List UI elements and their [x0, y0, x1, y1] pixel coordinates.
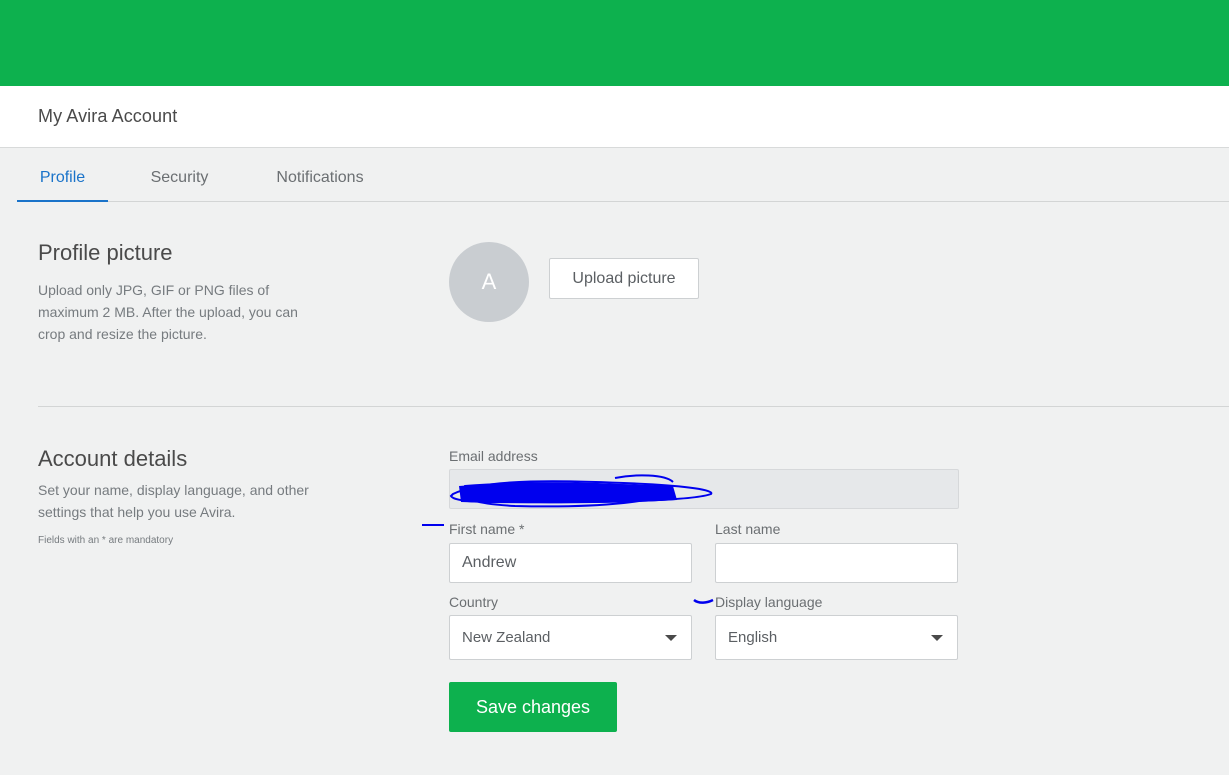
- profile-picture-title: Profile picture: [38, 240, 173, 265]
- tab-bar: Profile Security Notifications: [17, 148, 1229, 202]
- last-name-field[interactable]: [715, 543, 958, 583]
- brand-header-bar: [0, 0, 1229, 86]
- chevron-down-icon: [931, 635, 943, 641]
- upload-picture-button[interactable]: Upload picture: [549, 258, 699, 299]
- last-name-label: Last name: [715, 521, 781, 537]
- first-name-field[interactable]: Andrew: [449, 543, 692, 583]
- avatar: A: [449, 242, 529, 322]
- tab-security[interactable]: Security: [127, 148, 232, 202]
- redaction-scribble: [449, 474, 713, 508]
- annotation-mark: [422, 524, 444, 526]
- display-language-value: English: [728, 629, 778, 646]
- page-title: My Avira Account: [38, 106, 178, 126]
- country-label: Country: [449, 594, 499, 610]
- tab-notifications[interactable]: Notifications: [255, 148, 385, 202]
- first-name-label: First name *: [449, 521, 525, 537]
- tab-profile[interactable]: Profile: [17, 148, 108, 202]
- country-select[interactable]: New Zealand: [449, 615, 692, 660]
- mandatory-fields-note: Fields with an * are mandatory: [38, 535, 174, 546]
- email-label: Email address: [449, 448, 538, 464]
- chevron-down-icon: [665, 635, 677, 641]
- section-divider: [38, 406, 1229, 407]
- display-language-select[interactable]: English: [715, 615, 958, 660]
- save-changes-button[interactable]: Save changes: [449, 682, 617, 732]
- annotation-mark: [693, 598, 714, 604]
- title-bar: My Avira Account: [0, 86, 1229, 148]
- country-value: New Zealand: [462, 629, 551, 646]
- account-details-title: Account details: [38, 446, 188, 471]
- display-language-label: Display language: [715, 594, 823, 610]
- account-details-description: Set your name, display language, and oth…: [38, 482, 309, 520]
- profile-picture-description: Upload only JPG, GIF or PNG files of max…: [38, 282, 298, 342]
